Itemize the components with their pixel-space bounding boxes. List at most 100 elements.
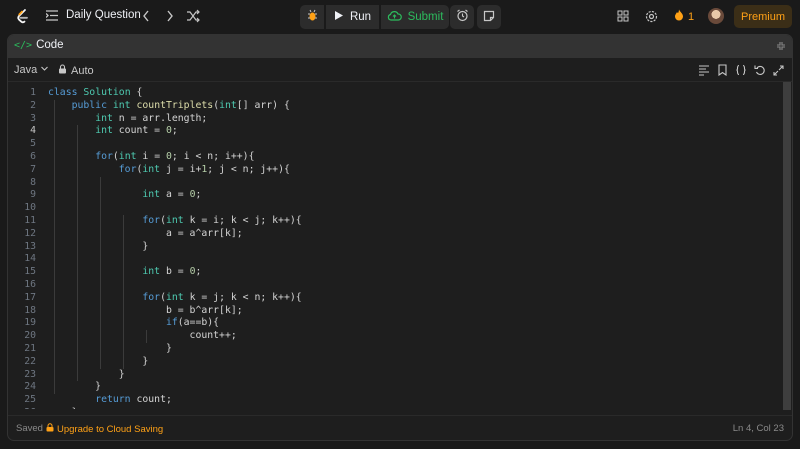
code-line[interactable]: b = b^arr[k]; [48,305,302,318]
line-number: 11 [24,214,36,226]
status-bar: Saved Upgrade to Cloud Saving Ln 4, Col … [8,415,792,440]
saved-status: Saved [16,423,43,434]
line-number: 4 [30,125,36,137]
bookmark-icon[interactable] [717,64,728,76]
code-line[interactable]: return count; [48,394,302,407]
problem-list-button[interactable]: Daily Question [46,9,141,21]
code-line[interactable]: a = a^arr[k]; [48,228,302,241]
shuffle-icon[interactable] [186,9,200,23]
problem-list-label: Daily Question [66,9,141,21]
lock-icon [58,64,67,77]
submit-button[interactable]: Submit [381,5,449,29]
code-line[interactable]: for(int k = j; k < n; k++){ [48,292,301,305]
flame-icon [674,9,684,24]
gear-icon[interactable] [645,10,658,23]
code-line[interactable]: int count = 0; [48,125,302,138]
code-line[interactable] [48,202,302,215]
line-number: 6 [30,150,36,162]
editor-toolbar: Java Auto [8,58,792,82]
line-number: 7 [30,163,36,175]
code-line[interactable] [48,177,302,190]
panel-title: </> Code [14,39,64,51]
upgrade-cloud-saving-link[interactable]: Upgrade to Cloud Saving [46,423,163,435]
editor-actions [698,64,784,76]
line-number: 1 [30,87,36,98]
code-line[interactable]: if(a==b){ [48,317,302,330]
line-number: 13 [24,240,36,252]
cursor-position: Ln 4, Col 23 [732,423,784,434]
note-icon [483,10,495,25]
indent-guide [77,125,78,382]
code-line[interactable]: } [48,369,302,382]
auto-label: Auto [71,64,94,77]
line-number: 23 [24,368,36,380]
alarm-clock-icon [456,9,469,25]
debug-button[interactable] [300,5,324,29]
fullscreen-icon[interactable] [773,64,784,76]
streak-count: 1 [688,10,695,23]
reset-icon[interactable] [754,64,766,76]
code-panel: </> Code Java Auto 1 2 3 4 5 6 7 8 9 10 … [7,34,793,441]
lock-icon [46,423,54,435]
bug-icon [306,9,319,25]
cloud-upload-icon [387,10,402,24]
streak-counter[interactable]: 1 [674,9,694,24]
code-line[interactable]: } [48,381,302,394]
line-number: 2 [30,99,36,111]
editor-scrollbar[interactable] [783,82,791,410]
indent-guide [54,99,55,395]
line-number: 19 [24,317,36,329]
top-navbar: Daily Question Run Submit 1 Premium [0,0,800,33]
line-number: 3 [30,112,36,124]
code-line[interactable]: int b = 0; [48,266,302,279]
code-line[interactable] [48,138,302,151]
line-number: 8 [30,176,36,188]
line-number: 16 [24,278,36,290]
upgrade-label: Upgrade to Cloud Saving [57,423,164,435]
braces-icon[interactable] [735,64,747,76]
code-line[interactable]: public int countTriplets(int[] arr) { [48,100,302,113]
indent-guide [123,215,124,369]
premium-button[interactable]: Premium [734,5,792,28]
code-line[interactable]: for(int i = 0; i < n; i++){ [48,151,302,164]
collapse-panel-icon[interactable] [776,41,786,51]
line-number-gutter: 1 2 3 4 5 6 7 8 9 10 11 12 13 14 15 16 17 18 19 20 21 22 23 24 2… [8,87,36,409]
line-number: 14 [24,253,36,265]
code-brackets-icon: </> [14,39,33,51]
code-line[interactable]: for(int j = i+1; j < n; j++){ [48,164,302,177]
run-label: Run [349,11,372,23]
auto-mode-toggle[interactable]: Auto [58,64,94,77]
panel-title-label: Code [36,39,64,51]
code-line[interactable]: } [48,407,302,409]
format-icon[interactable] [698,64,710,76]
chevron-down-icon [40,64,49,76]
code-line[interactable]: for(int k = i; k < j; k++){ [48,215,301,228]
line-number: 21 [24,342,36,354]
code-lines[interactable]: class Solution { public int countTriplet… [48,87,302,409]
code-line[interactable]: int n = arr.length; [48,113,302,126]
code-line[interactable]: } [48,241,302,254]
code-line[interactable]: class Solution { [48,87,302,100]
code-line[interactable]: int a = 0; [48,189,302,202]
line-number: 24 [24,381,36,393]
chevron-right-icon[interactable] [165,9,175,23]
line-number: 22 [24,355,36,367]
line-number: 18 [24,304,36,316]
notes-button[interactable] [477,5,501,29]
code-line[interactable] [48,279,302,292]
code-line[interactable]: count++; [48,330,302,343]
language-select[interactable]: Java [14,64,49,76]
avatar[interactable] [708,8,724,24]
line-number: 10 [24,202,36,214]
panel-header: </> Code [8,35,792,58]
line-number: 12 [24,227,36,239]
code-line[interactable]: } [48,343,302,356]
run-button[interactable]: Run [326,5,379,29]
layout-grid-icon[interactable] [617,10,629,22]
chevron-left-icon[interactable] [141,9,151,23]
code-editor[interactable]: 1 2 3 4 5 6 7 8 9 10 11 12 13 14 15 16 17 18 19 20 21 22 23 24 2… [8,87,786,409]
timer-button[interactable] [450,5,474,29]
code-line[interactable]: } [48,356,302,369]
leetcode-logo-icon[interactable] [14,8,31,25]
code-line[interactable] [48,253,302,266]
